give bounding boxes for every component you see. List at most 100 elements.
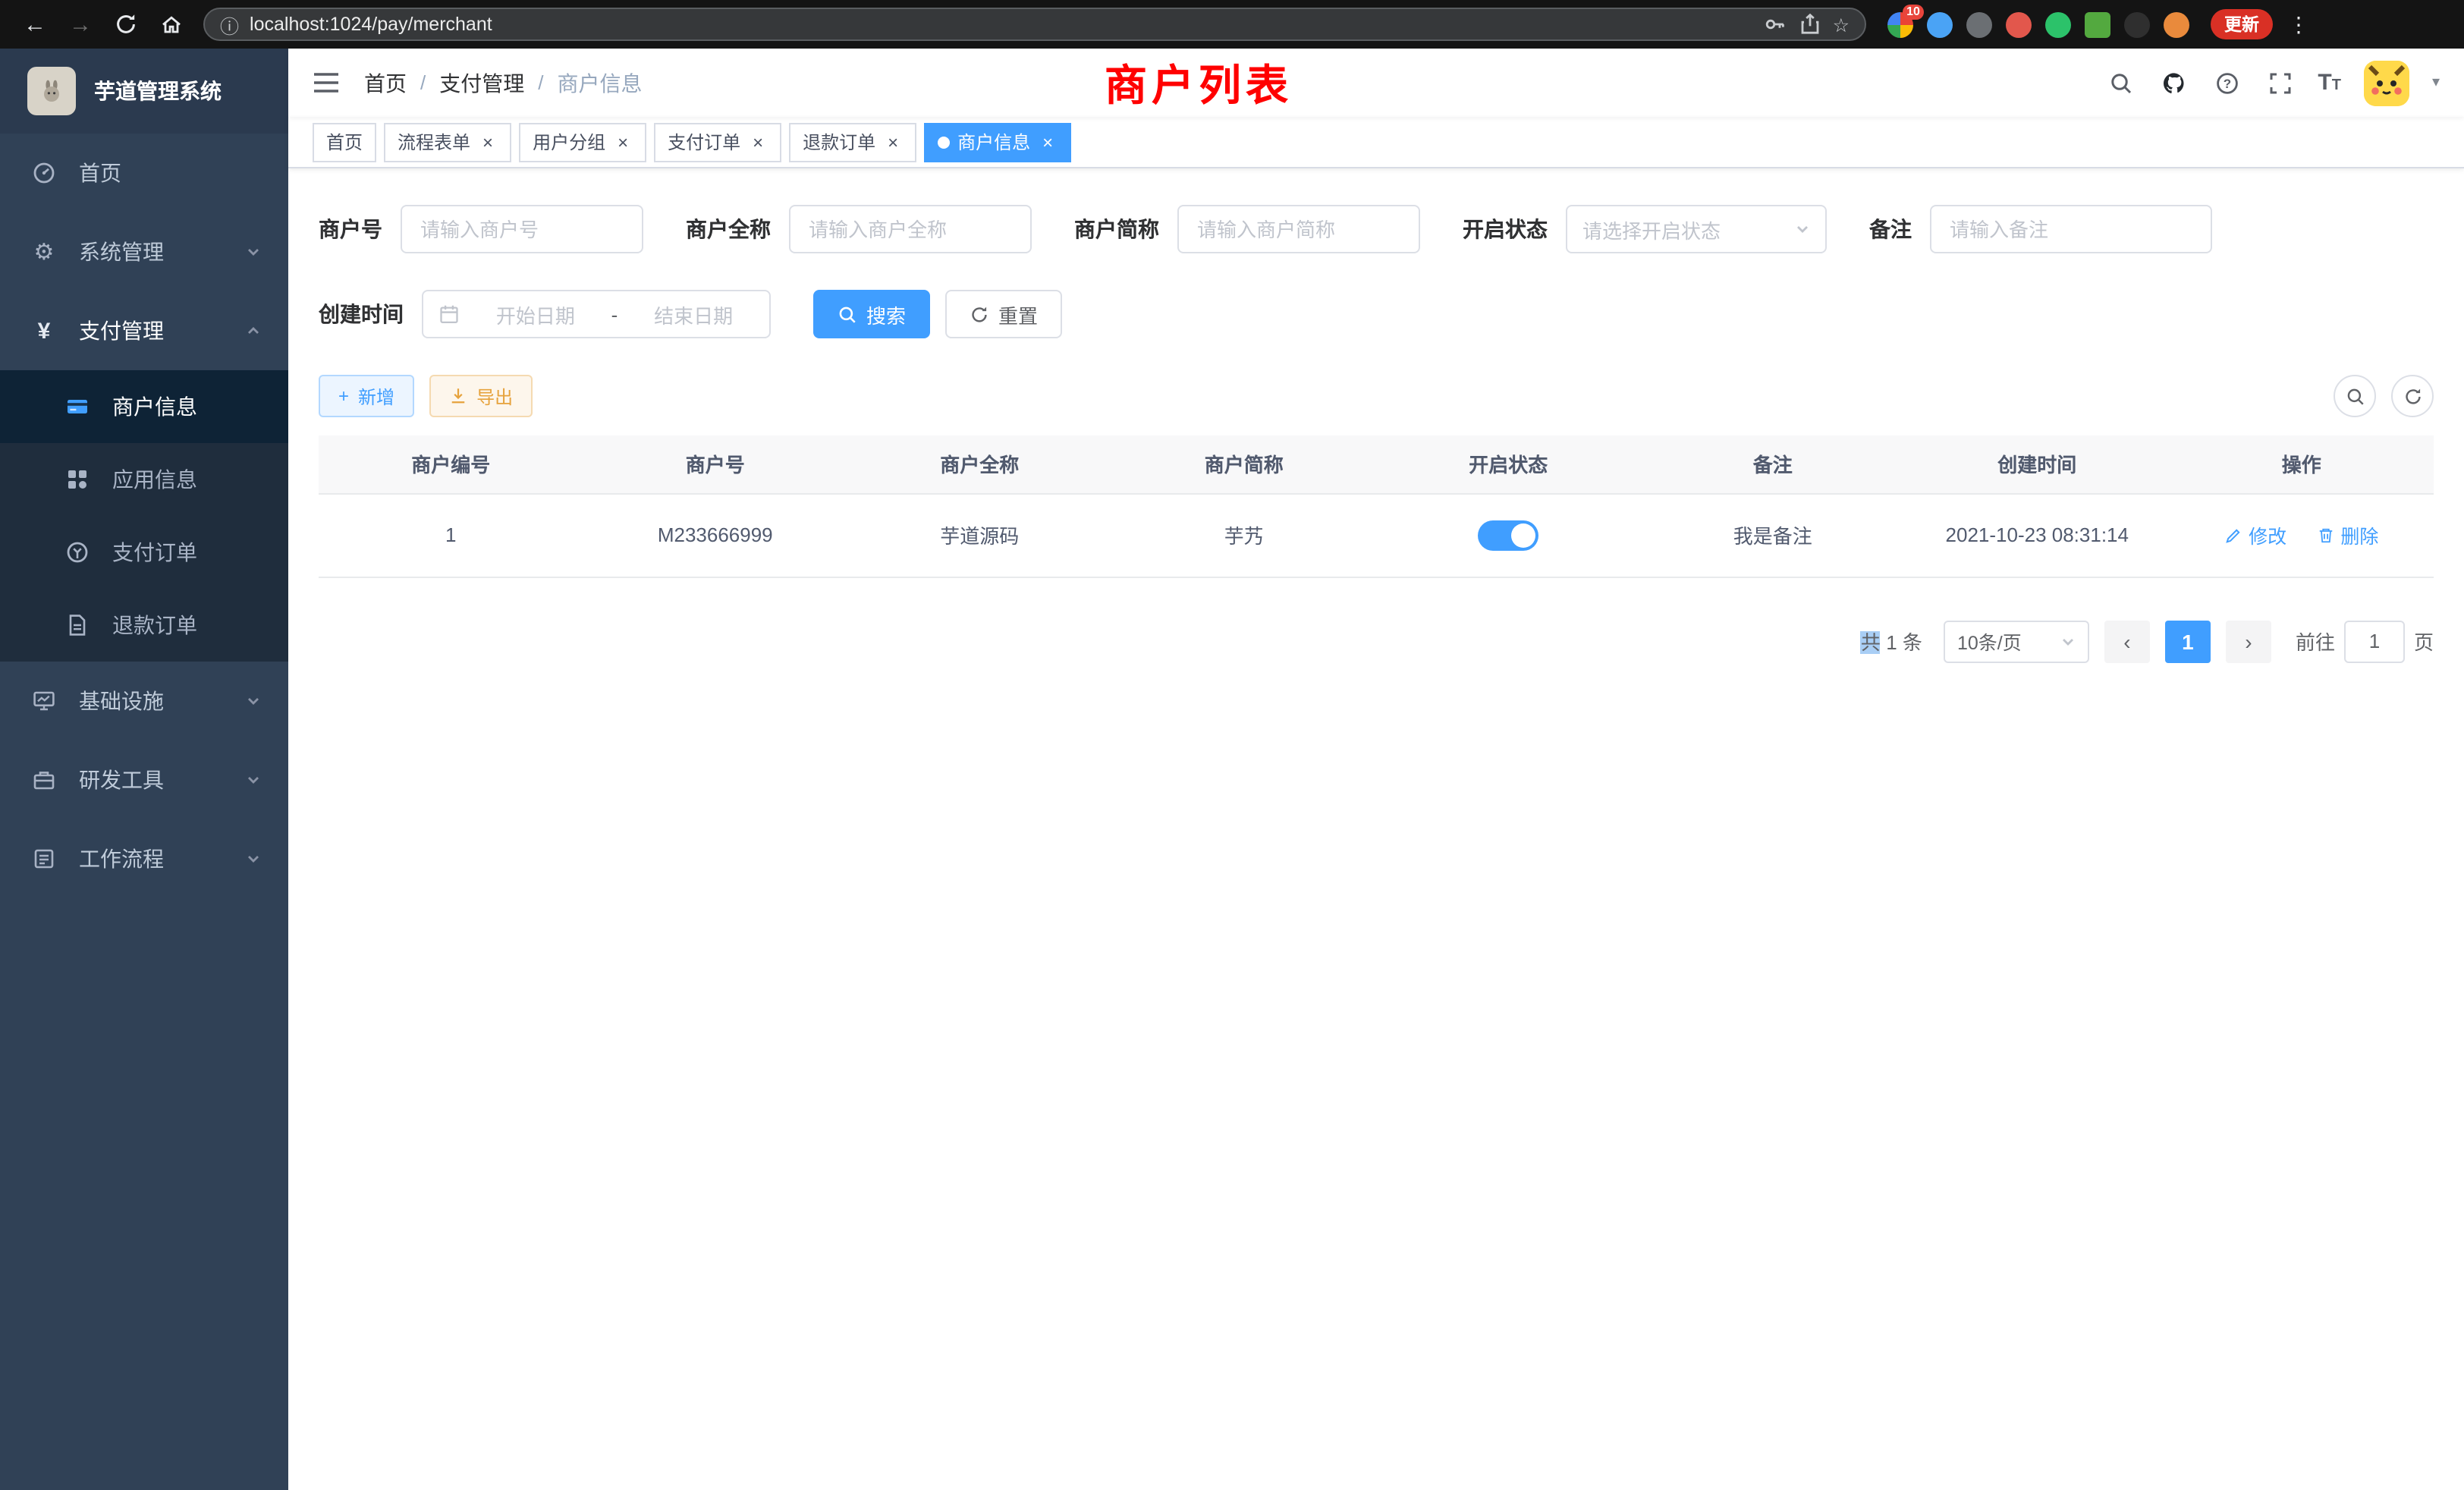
date-separator: - bbox=[611, 303, 618, 325]
bookmark-star-icon[interactable]: ☆ bbox=[1833, 13, 1850, 36]
sidebar-item-workflow[interactable]: 工作流程 bbox=[0, 819, 288, 898]
status-toggle[interactable] bbox=[1478, 520, 1538, 550]
col-remark: 备注 bbox=[1641, 435, 1906, 493]
extensions-area: 10 bbox=[1887, 11, 2189, 37]
reset-button[interactable]: 重置 bbox=[945, 290, 1062, 338]
end-date-placeholder: 结束日期 bbox=[633, 300, 754, 328]
merchant-no-input[interactable] bbox=[401, 205, 643, 253]
chevron-up-icon bbox=[246, 323, 261, 338]
help-icon[interactable]: ? bbox=[2211, 68, 2242, 98]
remark-input[interactable] bbox=[1930, 205, 2212, 253]
breadcrumb-separator: / bbox=[538, 71, 543, 94]
tab-user-group[interactable]: 用户分组 × bbox=[519, 122, 646, 162]
share-icon[interactable] bbox=[1798, 12, 1822, 36]
col-full-name: 商户全称 bbox=[847, 435, 1112, 493]
chevron-down-icon bbox=[246, 772, 261, 787]
browser-reload-button[interactable] bbox=[108, 6, 144, 42]
workflow-icon bbox=[27, 847, 61, 871]
search-icon bbox=[838, 304, 857, 324]
content: 商户号 商户全称 商户简称 开启状态 请选择开启状态 bbox=[288, 168, 2464, 1490]
delete-link[interactable]: 删除 bbox=[2316, 520, 2378, 549]
browser-back-button[interactable]: ← bbox=[17, 6, 53, 42]
close-icon[interactable]: × bbox=[478, 132, 498, 152]
avatar-image bbox=[2364, 60, 2409, 105]
rabbit-icon bbox=[39, 79, 64, 103]
logo-avatar bbox=[27, 67, 76, 115]
navbar: 首页 / 支付管理 / 商户信息 商户列表 ? bbox=[288, 49, 2464, 117]
password-key-icon[interactable] bbox=[1763, 12, 1787, 36]
sidebar-item-dev-tools[interactable]: 研发工具 bbox=[0, 740, 288, 819]
refresh-table-button[interactable] bbox=[2391, 375, 2434, 417]
merchant-table: 商户编号 商户号 商户全称 商户简称 开启状态 备注 创建时间 操作 1 bbox=[319, 435, 2434, 577]
close-icon[interactable]: × bbox=[748, 132, 768, 152]
extension-icon[interactable] bbox=[2006, 11, 2032, 37]
browser-forward-button[interactable]: → bbox=[62, 6, 99, 42]
export-button[interactable]: 导出 bbox=[429, 375, 533, 417]
status-select[interactable]: 请选择开启状态 bbox=[1566, 205, 1827, 253]
sidebar-item-home[interactable]: 首页 bbox=[0, 134, 288, 212]
browser-home-button[interactable] bbox=[153, 6, 190, 42]
sidebar-item-merchant-info[interactable]: 商户信息 bbox=[0, 370, 288, 443]
sidebar-logo[interactable]: 芋道管理系统 bbox=[0, 49, 288, 134]
extension-icon[interactable] bbox=[2085, 11, 2110, 37]
search-icon[interactable] bbox=[2105, 68, 2136, 98]
close-icon[interactable]: × bbox=[613, 132, 633, 152]
tab-process-form[interactable]: 流程表单 × bbox=[384, 122, 511, 162]
hamburger-icon[interactable] bbox=[313, 71, 340, 94]
breadcrumb-payment[interactable]: 支付管理 bbox=[439, 68, 524, 98]
extension-icon[interactable]: 10 bbox=[1887, 11, 1913, 37]
edit-link[interactable]: 修改 bbox=[2224, 520, 2286, 549]
cell-remark: 我是备注 bbox=[1641, 493, 1906, 577]
sidebar-item-infrastructure[interactable]: 基础设施 bbox=[0, 662, 288, 740]
tab-pay-order[interactable]: 支付订单 × bbox=[654, 122, 781, 162]
full-name-input[interactable] bbox=[789, 205, 1032, 253]
goto-page-input[interactable] bbox=[2344, 620, 2405, 662]
filter-label-full-name: 商户全称 bbox=[686, 214, 771, 244]
table-header-row: 商户编号 商户号 商户全称 商户简称 开启状态 备注 创建时间 操作 bbox=[319, 435, 2434, 493]
close-icon[interactable]: × bbox=[1038, 132, 1058, 152]
user-avatar[interactable] bbox=[2364, 60, 2409, 105]
show-search-button[interactable] bbox=[2334, 375, 2376, 417]
sidebar-item-pay-order[interactable]: 支付订单 bbox=[0, 516, 288, 589]
short-name-input[interactable] bbox=[1177, 205, 1420, 253]
date-range-picker[interactable]: 开始日期 - 结束日期 bbox=[422, 290, 771, 338]
home-icon bbox=[159, 12, 184, 36]
sidebar-item-refund-order[interactable]: 退款订单 bbox=[0, 589, 288, 662]
browser-menu-icon[interactable]: ⋮ bbox=[2288, 11, 2309, 37]
sidebar-item-app-info[interactable]: 应用信息 bbox=[0, 443, 288, 516]
sidebar-item-label: 系统管理 bbox=[79, 237, 164, 267]
add-button[interactable]: + 新增 bbox=[319, 375, 414, 417]
site-info-icon[interactable]: ⓘ bbox=[220, 10, 239, 39]
close-icon[interactable]: × bbox=[883, 132, 903, 152]
edit-icon bbox=[2224, 526, 2242, 544]
next-page-button[interactable]: › bbox=[2226, 620, 2271, 662]
filter-label-short-name: 商户简称 bbox=[1074, 214, 1159, 244]
search-button[interactable]: 搜索 bbox=[813, 290, 930, 338]
prev-page-button[interactable]: ‹ bbox=[2104, 620, 2150, 662]
tab-refund-order[interactable]: 退款订单 × bbox=[789, 122, 916, 162]
extension-icon[interactable] bbox=[1927, 11, 1953, 37]
page-size-select[interactable]: 10条/页 bbox=[1944, 620, 2089, 662]
extension-icon[interactable] bbox=[2045, 11, 2071, 37]
sidebar-item-payment[interactable]: ¥ 支付管理 bbox=[0, 291, 288, 370]
github-icon[interactable] bbox=[2158, 68, 2189, 98]
cell-short-name: 芋艿 bbox=[1112, 493, 1377, 577]
font-size-icon[interactable]: TT bbox=[2318, 70, 2341, 96]
tab-home[interactable]: 首页 bbox=[313, 122, 376, 162]
extension-icon[interactable] bbox=[2124, 11, 2150, 37]
col-status: 开启状态 bbox=[1376, 435, 1641, 493]
extension-icon[interactable] bbox=[2164, 11, 2189, 37]
address-bar[interactable]: ⓘ localhost:1024/pay/merchant ☆ bbox=[203, 8, 1866, 41]
fullscreen-icon[interactable] bbox=[2264, 68, 2295, 98]
page-button-1[interactable]: 1 bbox=[2165, 620, 2211, 662]
breadcrumb: 首页 / 支付管理 / 商户信息 bbox=[364, 68, 643, 98]
cell-merchant-no: M233666999 bbox=[583, 493, 848, 577]
sidebar-item-label: 支付订单 bbox=[112, 537, 197, 567]
browser-update-button[interactable]: 更新 bbox=[2211, 9, 2273, 39]
breadcrumb-home[interactable]: 首页 bbox=[364, 68, 407, 98]
tab-merchant-info[interactable]: 商户信息 × bbox=[924, 122, 1071, 162]
active-dot bbox=[938, 136, 950, 148]
extension-icon[interactable] bbox=[1966, 11, 1992, 37]
avatar-caret-icon[interactable]: ▾ bbox=[2432, 74, 2440, 91]
sidebar-item-system[interactable]: ⚙ 系统管理 bbox=[0, 212, 288, 291]
